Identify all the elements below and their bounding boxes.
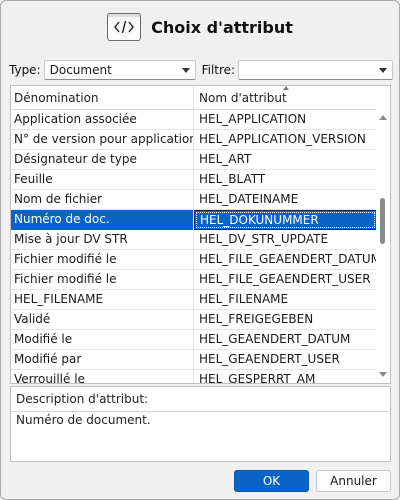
table-row[interactable]: HEL_FILENAME HEL_FILENAME	[11, 290, 377, 310]
chevron-down-icon	[379, 68, 387, 73]
attribute-choice-dialog: Choix d'attribut Type: Document Filtre: …	[0, 0, 400, 500]
table-header: Dénomination Nom d'attribut	[11, 86, 377, 110]
denomination-cell: Fichier modifié le	[11, 250, 194, 270]
sort-ascending-icon	[283, 86, 289, 90]
scroll-down-arrow-icon[interactable]	[379, 372, 387, 377]
column-header-denomination[interactable]: Dénomination	[11, 86, 194, 110]
table-row[interactable]: Feuille HEL_BLATT	[11, 170, 377, 190]
denomination-cell: N° de version pour application concernée	[11, 130, 194, 150]
table-row[interactable]: Mise à jour DV STR HEL_DV_STR_UPDATE	[11, 230, 377, 250]
denomination-cell: Fichier modifié le	[11, 270, 194, 290]
table-row[interactable]: Modifié par HEL_GEAENDERT_USER	[11, 350, 377, 370]
attribute-name-cell: HEL_BLATT	[199, 172, 266, 186]
column-header-attribute-name[interactable]: Nom d'attribut	[194, 86, 377, 110]
table-row-selected[interactable]: Numéro de doc. HEL_DOKUNUMMER	[11, 210, 377, 230]
description-label: Description d'attribut:	[16, 392, 149, 406]
denomination-cell: Nom de fichier	[11, 190, 194, 210]
attribute-name-cell: HEL_DOKUNUMMER	[194, 210, 377, 230]
ok-button[interactable]: OK	[234, 470, 309, 492]
attribute-name-cell: HEL_FILE_GEAENDERT_USER	[199, 272, 371, 286]
table-row[interactable]: Validé HEL_FREIGEGEBEN	[11, 310, 377, 330]
attribute-name-cell: HEL_FILE_GEAENDERT_DATUM	[199, 252, 377, 266]
table-row[interactable]: Nom de fichier HEL_DATEINAME	[11, 190, 377, 210]
denomination-cell: HEL_FILENAME	[11, 290, 194, 310]
attribute-name-cell: HEL_APPLICATION	[199, 112, 307, 126]
table-row[interactable]: Verrouillé le HEL_GESPERRT_AM	[11, 370, 377, 384]
column-header-attribute-name-label: Nom d'attribut	[199, 91, 287, 105]
type-dropdown[interactable]: Document	[43, 60, 196, 80]
denomination-cell: Modifié par	[11, 350, 194, 370]
attribute-name-cell: HEL_DV_STR_UPDATE	[199, 232, 329, 246]
denomination-cell: Mise à jour DV STR	[11, 230, 194, 250]
attribute-name-cell: HEL_FILENAME	[199, 292, 289, 306]
title-bar: Choix d'attribut	[1, 1, 399, 53]
table-row[interactable]: Désignateur de type HEL_ART	[11, 150, 377, 170]
table-row[interactable]: Fichier modifié le HEL_FILE_GEAENDERT_DA…	[11, 250, 377, 270]
denomination-cell: Application associée	[11, 110, 194, 130]
table-row[interactable]: Modifié le HEL_GEAENDERT_DATUM	[11, 330, 377, 350]
table-row[interactable]: Application associée HEL_APPLICATION	[11, 110, 377, 130]
filter-dropdown[interactable]	[238, 60, 393, 80]
scrollbar-thumb[interactable]	[380, 198, 385, 244]
denomination-cell: Désignateur de type	[11, 150, 194, 170]
denomination-cell: Validé	[11, 310, 194, 330]
description-text: Numéro de document.	[16, 413, 151, 427]
cancel-button[interactable]: Annuler	[316, 470, 391, 492]
attribute-name-cell: HEL_GEAENDERT_DATUM	[199, 332, 351, 346]
code-brackets-icon	[107, 13, 142, 41]
table-body: Application associée HEL_APPLICATION N° …	[11, 110, 377, 384]
attribute-name-cell: HEL_DATEINAME	[199, 192, 299, 206]
scroll-up-arrow-icon[interactable]	[379, 115, 387, 120]
filter-row: Type: Document Filtre:	[9, 59, 393, 81]
dialog-title: Choix d'attribut	[151, 17, 293, 37]
attribute-name-cell: HEL_ART	[199, 152, 252, 166]
attribute-name-cell: HEL_APPLICATION_VERSION	[199, 132, 366, 146]
attribute-name-cell: HEL_GESPERRT_AM	[199, 372, 316, 384]
description-divider	[11, 411, 390, 412]
attribute-name-cell: HEL_FREIGEGEBEN	[199, 312, 314, 326]
denomination-cell: Verrouillé le	[11, 370, 194, 383]
table-row[interactable]: Fichier modifié le HEL_FILE_GEAENDERT_US…	[11, 270, 377, 290]
denomination-cell: Modifié le	[11, 330, 194, 350]
attribute-name-cell: HEL_GEAENDERT_USER	[199, 352, 340, 366]
table-row[interactable]: N° de version pour application concernée…	[11, 130, 377, 150]
chevron-down-icon	[181, 68, 190, 73]
denomination-cell: Feuille	[11, 170, 194, 190]
type-dropdown-value: Document	[49, 63, 112, 77]
filter-label: Filtre:	[201, 63, 236, 77]
attribute-description-panel: Description d'attribut: Numéro de docume…	[10, 386, 391, 462]
vertical-scrollbar[interactable]	[376, 86, 390, 383]
denomination-cell: Numéro de doc.	[11, 210, 194, 230]
type-label: Type:	[9, 63, 41, 77]
attribute-table: Dénomination Nom d'attribut Application …	[10, 85, 391, 384]
